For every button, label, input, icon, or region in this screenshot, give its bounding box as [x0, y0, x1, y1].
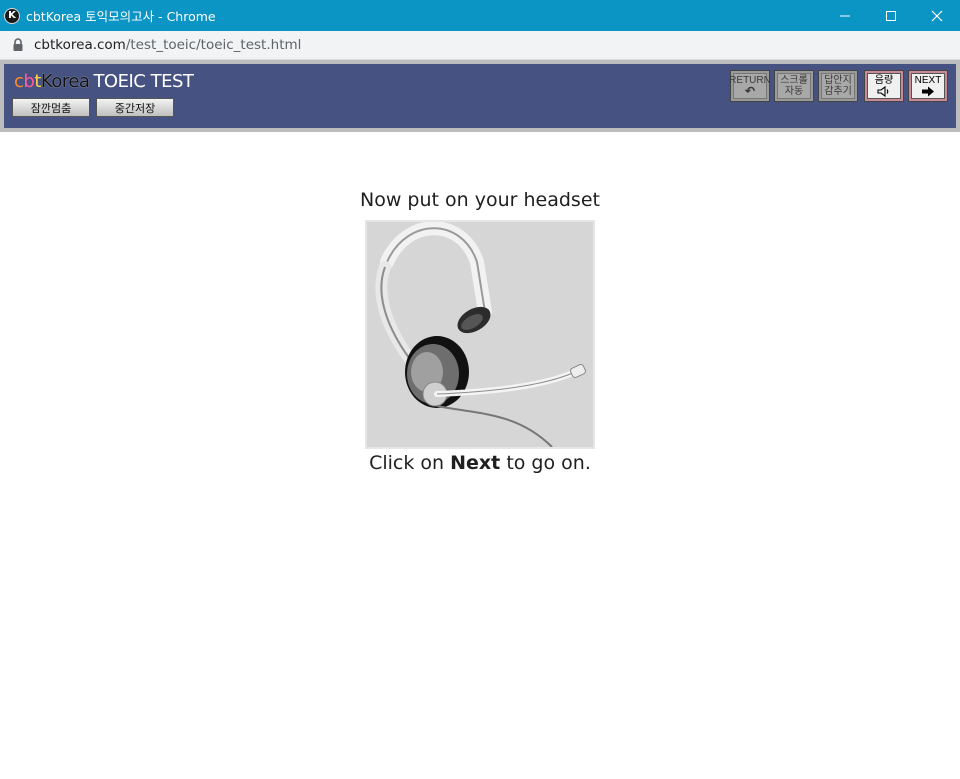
arrow-right-icon — [922, 86, 934, 97]
window-title-bar: K cbtKorea 토익모의고사 - Chrome — [0, 0, 960, 31]
pause-button[interactable]: 잠깐멈춤 — [12, 98, 90, 117]
instruction-heading: Now put on your headset — [360, 189, 600, 211]
volume-button[interactable]: 음량 — [864, 70, 904, 102]
lock-icon — [13, 38, 23, 51]
app-frame: cbtKorea TOEIC TEST 잠깐멈춤 중간저장 RETURN ↶ 스크… — [0, 60, 960, 132]
auto-scroll-label-bottom: 자동 — [784, 86, 804, 97]
hide-answer-label-bottom: 감추기 — [824, 86, 852, 97]
maximize-icon — [886, 10, 896, 21]
brand-letter-c: c — [14, 71, 24, 92]
brand-korea: Korea — [40, 71, 90, 92]
minimize-icon — [840, 15, 850, 16]
speaker-icon — [877, 86, 889, 97]
cbtkorea-app-icon: K — [4, 7, 20, 24]
instruction-suffix: to go on. — [500, 452, 591, 474]
app-header: cbtKorea TOEIC TEST 잠깐멈춤 중간저장 RETURN ↶ 스크… — [4, 64, 956, 128]
url-text[interactable]: cbtkorea.com/test_toeic/toeic_test.html — [34, 37, 301, 53]
save-progress-button[interactable]: 중간저장 — [96, 98, 174, 117]
url-domain: cbtkorea.com — [34, 37, 126, 53]
hide-answer-label-top: 답안지 — [824, 75, 852, 86]
headset-image — [365, 220, 595, 449]
url-path: /test_toeic/toeic_test.html — [125, 37, 302, 53]
next-button[interactable]: NEXT — [908, 70, 948, 102]
hide-answer-sheet-button[interactable]: 답안지 감추기 — [818, 70, 858, 102]
maximize-button[interactable] — [868, 0, 914, 31]
window-title: cbtKorea 토익모의고사 - Chrome — [26, 9, 216, 24]
minimize-button[interactable] — [822, 0, 868, 31]
instruction-next-word: Next — [450, 452, 501, 474]
headset-illustration — [367, 222, 593, 447]
volume-label: 음량 — [874, 75, 894, 86]
brand-letter-b: b — [23, 71, 35, 92]
next-label: NEXT — [914, 75, 942, 86]
brand-test-title: TOEIC TEST — [93, 71, 194, 92]
close-button[interactable] — [914, 0, 960, 31]
brand-logo: cbtKorea TOEIC TEST — [14, 71, 194, 92]
return-icon: ↶ — [744, 84, 756, 98]
next-instruction: Click on Next to go on. — [0, 452, 960, 474]
close-icon — [931, 10, 943, 21]
instruction-prefix: Click on — [369, 452, 451, 474]
auto-scroll-button[interactable]: 스크롤 자동 — [774, 70, 814, 102]
window-controls — [822, 0, 960, 31]
return-button[interactable]: RETURN ↶ — [729, 70, 771, 102]
auto-scroll-label-top: 스크롤 — [780, 75, 808, 86]
address-bar[interactable]: cbtkorea.com/test_toeic/toeic_test.html — [0, 31, 960, 60]
